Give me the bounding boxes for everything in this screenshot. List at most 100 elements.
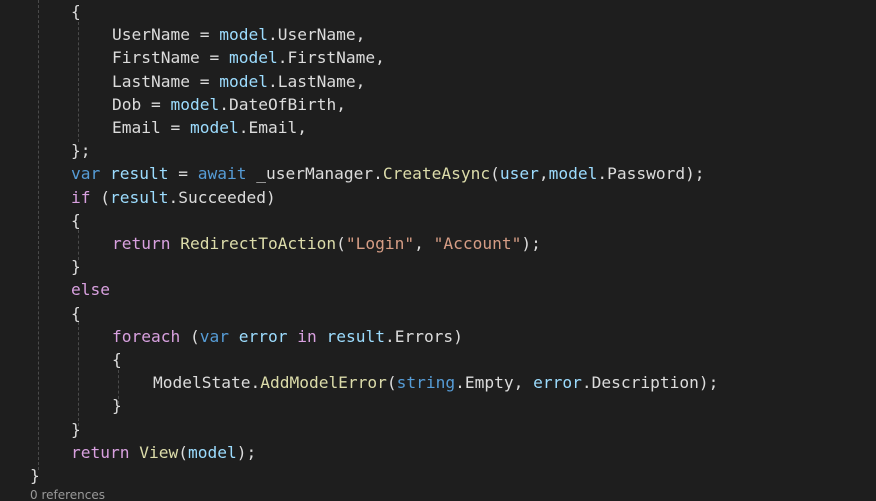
- code-token: string: [396, 373, 456, 393]
- code-token: );: [698, 373, 719, 393]
- code-line-5[interactable]: Dob = model.DateOfBirth,: [112, 93, 346, 116]
- code-line-3[interactable]: FirstName = model.FirstName,: [112, 46, 385, 69]
- code-token: else: [71, 280, 110, 300]
- code-token: result: [110, 187, 169, 207]
- code-line-16[interactable]: {: [112, 348, 122, 371]
- code-line-6[interactable]: Email = model.Email,: [112, 116, 307, 139]
- code-line-17[interactable]: ModelState.AddModelError(string.Empty, e…: [153, 371, 718, 394]
- code-token: FirstName: [112, 48, 200, 68]
- code-token: DateOfBirth: [228, 94, 337, 114]
- code-token: (: [490, 164, 500, 184]
- code-line-20[interactable]: return View(model);: [71, 441, 256, 464]
- code-token: Empty: [464, 373, 514, 393]
- code-token: UserName: [112, 25, 190, 45]
- code-token: ,: [355, 71, 366, 91]
- code-token: await: [197, 164, 247, 184]
- code-token: {: [112, 350, 122, 369]
- code-token: {: [71, 2, 81, 21]
- code-token: (: [90, 187, 110, 207]
- indent-guide: [78, 22, 79, 142]
- code-token: =: [189, 71, 220, 91]
- code-token: if: [71, 187, 91, 207]
- code-token: LastName: [277, 71, 356, 91]
- code-token: .: [384, 326, 395, 346]
- code-token: .: [373, 164, 383, 184]
- code-line-10[interactable]: {: [71, 209, 81, 232]
- code-token: );: [521, 234, 541, 253]
- code-line-13[interactable]: else: [71, 278, 110, 301]
- code-line-14[interactable]: {: [71, 302, 81, 325]
- code-line-21[interactable]: }: [30, 464, 40, 487]
- code-token: "Login": [345, 234, 415, 253]
- code-token: RedirectToAction: [180, 234, 337, 253]
- code-token: }: [71, 257, 81, 277]
- code-line-18[interactable]: }: [112, 394, 122, 417]
- code-token: =: [199, 48, 229, 68]
- code-token: (: [180, 326, 200, 346]
- code-token: Succeeded: [178, 187, 266, 207]
- code-line-19[interactable]: }: [71, 418, 81, 441]
- code-line-8[interactable]: var result = await _userManager.CreateAs…: [71, 162, 705, 185]
- code-line-4[interactable]: LastName = model.LastName,: [112, 70, 365, 93]
- code-token: AddModelError: [260, 373, 387, 393]
- code-token: .: [219, 94, 229, 114]
- code-token: in: [297, 326, 317, 346]
- code-token: model: [219, 25, 268, 45]
- code-line-2[interactable]: UserName = model.UserName,: [112, 23, 365, 46]
- code-token: ): [453, 326, 463, 346]
- code-token: }: [71, 419, 81, 439]
- code-token: ,: [414, 234, 434, 253]
- code-token: .: [581, 373, 592, 393]
- code-line-11[interactable]: return RedirectToAction("Login", "Accoun…: [112, 232, 541, 255]
- code-token: "Account": [433, 234, 522, 253]
- code-line-15[interactable]: foreach (var error in result.Errors): [112, 325, 463, 348]
- code-line-1[interactable]: {: [71, 0, 81, 23]
- code-token: (: [178, 442, 188, 462]
- code-token: ,: [336, 94, 346, 114]
- code-token: return: [71, 442, 130, 462]
- code-token: return: [112, 234, 171, 253]
- code-token: model: [228, 48, 278, 68]
- code-token: model: [170, 94, 220, 114]
- code-token: result: [110, 164, 169, 184]
- code-token: foreach: [112, 326, 181, 346]
- codelens-references[interactable]: 0 references: [30, 488, 105, 501]
- code-token: error: [533, 373, 582, 393]
- code-token: Description: [591, 373, 699, 393]
- code-token: FirstName: [287, 48, 376, 68]
- code-token: }: [112, 396, 122, 416]
- indent-guide: [38, 0, 39, 470]
- code-token: user: [499, 164, 539, 184]
- code-token: View: [139, 442, 179, 462]
- code-token: );: [236, 442, 257, 462]
- code-token: =: [141, 94, 171, 114]
- code-line-9[interactable]: if (result.Succeeded): [71, 186, 276, 209]
- code-token: ModelState: [153, 373, 251, 393]
- code-token: );: [685, 164, 705, 184]
- code-token: result: [326, 326, 385, 346]
- code-token: LastName: [112, 71, 190, 91]
- code-line-12[interactable]: }: [71, 255, 81, 278]
- code-token: =: [168, 164, 198, 184]
- code-token: .: [455, 373, 465, 393]
- code-token: .: [238, 118, 249, 137]
- code-token: .: [267, 71, 278, 91]
- code-token: error: [238, 326, 288, 346]
- code-token: .: [267, 25, 278, 45]
- code-token: ): [265, 187, 276, 207]
- code-token: .: [250, 373, 261, 393]
- code-token: ,: [375, 48, 385, 68]
- code-token: model: [187, 442, 237, 462]
- code-token: .: [168, 187, 179, 207]
- code-token: model: [548, 164, 598, 184]
- code-token: }: [30, 466, 40, 485]
- code-editor[interactable]: { UserName = model.UserName, FirstName =…: [0, 0, 876, 501]
- code-token: ,: [355, 25, 366, 45]
- code-token: {: [71, 303, 81, 323]
- code-line-7[interactable]: };: [71, 139, 91, 162]
